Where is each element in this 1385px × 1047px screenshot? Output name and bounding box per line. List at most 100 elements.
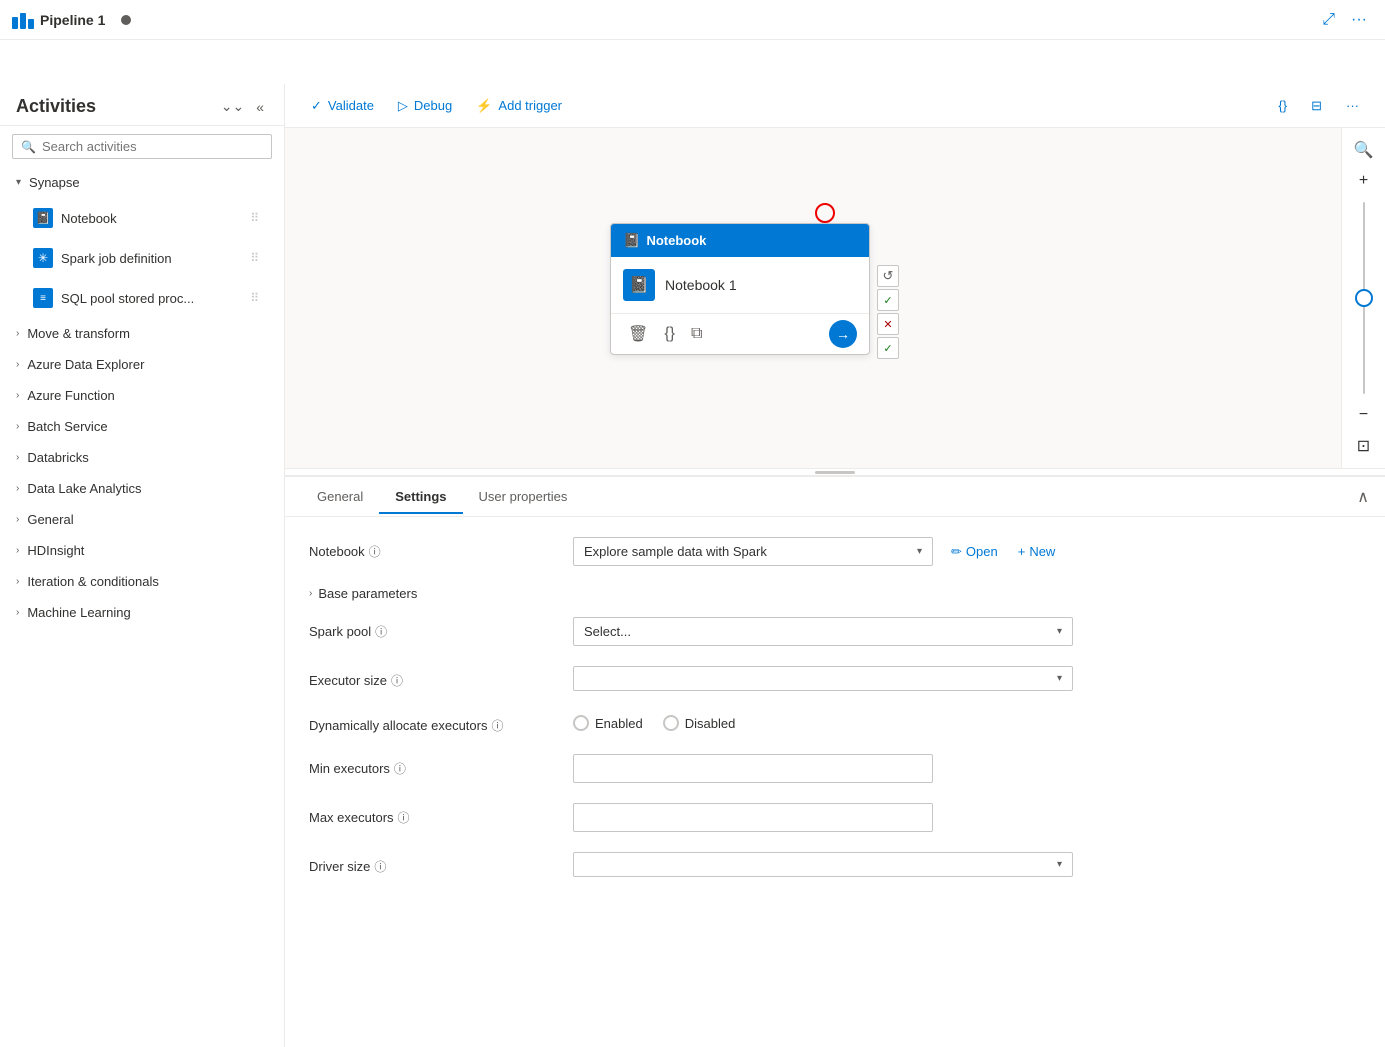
zoom-fit-button[interactable]: ⊡	[1353, 432, 1374, 460]
category-iteration[interactable]: › Iteration & conditionals	[0, 566, 284, 597]
chevron-down-icon: ▾	[1057, 673, 1062, 684]
debug-button[interactable]: ▷ Debug	[388, 92, 462, 120]
debug-icon: ▷	[398, 98, 408, 114]
category-label: Move & transform	[27, 326, 130, 341]
category-general[interactable]: › General	[0, 504, 284, 535]
open-notebook-button[interactable]: ✏ Open	[945, 540, 1004, 564]
category-hdinsight[interactable]: › HDInsight	[0, 535, 284, 566]
card-complete-button[interactable]: ✓	[877, 337, 899, 359]
toolbar-right: {} ⊟ ···	[1268, 92, 1369, 120]
category-databricks[interactable]: › Databricks	[0, 442, 284, 473]
notebook-control: Explore sample data with Spark ▾ ✏ Open …	[573, 537, 1361, 566]
new-notebook-button[interactable]: + New	[1012, 540, 1062, 563]
validate-label: Validate	[328, 98, 374, 113]
tabs-row: General Settings User properties ∧	[285, 477, 1385, 517]
card-fail-button[interactable]: ✕	[877, 313, 899, 335]
driver-size-select[interactable]: ▾	[573, 852, 1073, 877]
notebook-form-row: Notebook ⓘ Explore sample data with Spar…	[309, 537, 1361, 566]
activity-spark[interactable]: ✳ Spark job definition ⠿	[8, 239, 276, 277]
canvas-area: ✓ Validate ▷ Debug ⚡ Add trigger {} ⊟ ··…	[285, 84, 1385, 1047]
zoom-minus-button[interactable]: −	[1355, 402, 1372, 428]
chevron-right-icon: ›	[16, 359, 19, 370]
zoom-slider-thumb[interactable]	[1355, 289, 1373, 307]
enabled-radio[interactable]: Enabled	[573, 715, 643, 731]
card-arrow-button[interactable]: →	[829, 320, 857, 348]
app-logo: Pipeline 1	[12, 11, 105, 29]
tab-user-properties[interactable]: User properties	[463, 481, 584, 514]
base-parameters-row[interactable]: › Base parameters	[309, 586, 1361, 601]
activity-notebook[interactable]: 📓 Notebook ⠿	[8, 199, 276, 237]
max-executors-input[interactable]	[573, 803, 933, 832]
category-azure-function[interactable]: › Azure Function	[0, 380, 284, 411]
min-executors-input[interactable]	[573, 754, 933, 783]
close-sidebar-button[interactable]: «	[252, 96, 268, 117]
validate-button[interactable]: ✓ Validate	[301, 92, 384, 120]
category-batch-service[interactable]: › Batch Service	[0, 411, 284, 442]
settings-form: Notebook ⓘ Explore sample data with Spar…	[285, 517, 1385, 1036]
chevron-down-icon: ▾	[917, 546, 922, 557]
sql-icon: ≡	[33, 288, 53, 308]
executor-size-select[interactable]: ▾	[573, 666, 1073, 691]
zoom-plus-button[interactable]: +	[1355, 168, 1372, 194]
more-options-button[interactable]: ···	[1345, 7, 1373, 33]
panel-close-button[interactable]: ∧	[1357, 487, 1369, 507]
more-toolbar-button[interactable]: ···	[1336, 92, 1369, 120]
executor-size-label-text: Executor size	[309, 673, 387, 688]
chevron-right-icon: ›	[16, 452, 19, 463]
radio-circle	[573, 715, 589, 731]
min-executors-label-text: Min executors	[309, 761, 390, 776]
collapse-handle[interactable]	[285, 468, 1385, 476]
executor-size-label: Executor size ⓘ	[309, 666, 549, 689]
card-refresh-button[interactable]: ↺	[877, 265, 899, 287]
expand-button[interactable]: ⤢	[1316, 7, 1341, 33]
category-synapse[interactable]: ▾ Synapse	[0, 167, 284, 198]
activity-sql[interactable]: ≡ SQL pool stored proc... ⠿	[8, 279, 276, 317]
params-button[interactable]: ⊟	[1301, 92, 1332, 120]
category-azure-data-explorer[interactable]: › Azure Data Explorer	[0, 349, 284, 380]
disabled-radio[interactable]: Disabled	[663, 715, 736, 731]
validate-icon: ✓	[311, 98, 322, 114]
notebook-card-header: 📓 Notebook	[611, 224, 869, 257]
driver-size-label-text: Driver size	[309, 859, 370, 874]
dynamic-alloc-info-icon: ⓘ	[491, 717, 503, 734]
radio-circle	[663, 715, 679, 731]
max-executors-form-row: Max executors ⓘ	[309, 803, 1361, 832]
notebook-select[interactable]: Explore sample data with Spark ▾	[573, 537, 933, 566]
driver-size-info-icon: ⓘ	[374, 858, 386, 875]
add-trigger-label: Add trigger	[498, 98, 562, 113]
top-bar-actions: ⤢ ···	[1316, 7, 1373, 33]
card-header-icon: 📓	[623, 232, 640, 249]
enabled-label: Enabled	[595, 716, 643, 731]
category-machine-learning[interactable]: › Machine Learning	[0, 597, 284, 628]
search-input[interactable]	[42, 139, 263, 154]
spark-pool-label: Spark pool ⓘ	[309, 617, 549, 640]
search-box: 🔍	[12, 134, 272, 159]
code-button[interactable]: {}	[1268, 92, 1297, 120]
card-code-button[interactable]: {}	[659, 322, 680, 346]
notebook-card-icon: 📓	[623, 269, 655, 301]
card-success-button[interactable]: ✓	[877, 289, 899, 311]
params-icon: ⊟	[1311, 98, 1322, 114]
pencil-icon: ✏	[951, 544, 962, 560]
category-label: General	[27, 512, 73, 527]
category-move-transform[interactable]: › Move & transform	[0, 318, 284, 349]
collapse-all-button[interactable]: ⌄⌄	[217, 96, 248, 117]
card-side-actions: ↺ ✓ ✕ ✓	[877, 265, 899, 359]
chevron-down-icon: ▾	[1057, 626, 1062, 637]
search-icon: 🔍	[21, 140, 36, 154]
add-trigger-button[interactable]: ⚡ Add trigger	[466, 92, 572, 120]
card-delete-button[interactable]: 🗑	[623, 321, 653, 347]
unsaved-indicator	[121, 15, 131, 25]
spark-pool-select[interactable]: Select... ▾	[573, 617, 1073, 646]
zoom-search-button[interactable]: 🔍	[1350, 136, 1378, 164]
tab-settings[interactable]: Settings	[379, 481, 462, 514]
tab-general[interactable]: General	[301, 481, 379, 514]
category-data-lake[interactable]: › Data Lake Analytics	[0, 473, 284, 504]
dynamic-alloc-form-row: Dynamically allocate executors ⓘ Enabled…	[309, 711, 1361, 734]
notebook-card[interactable]: 📓 Notebook 📓 Notebook 1 ↺ ✓ ✕ ✓	[610, 223, 870, 355]
min-executors-form-row: Min executors ⓘ	[309, 754, 1361, 783]
canvas[interactable]: 📓 Notebook 📓 Notebook 1 ↺ ✓ ✕ ✓	[285, 128, 1385, 468]
card-header-title: Notebook	[646, 233, 706, 248]
card-copy-button[interactable]: ⧉	[686, 322, 707, 346]
category-label: Machine Learning	[27, 605, 130, 620]
